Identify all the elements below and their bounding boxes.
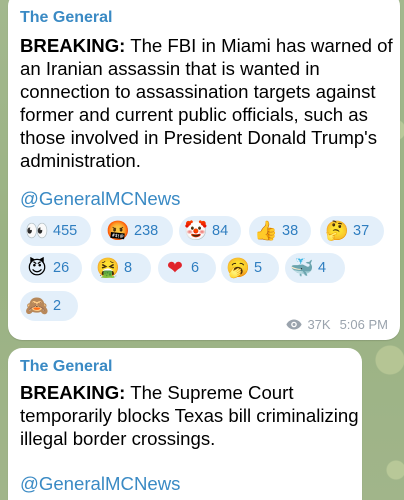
reaction-count: 238 bbox=[134, 223, 159, 239]
yawning-face-icon: 🥱 bbox=[226, 257, 250, 279]
reaction-count: 5 bbox=[254, 260, 263, 276]
eyes-icon: 👀 bbox=[25, 220, 49, 242]
channel-name[interactable]: The General bbox=[20, 9, 112, 27]
view-count: 37K bbox=[307, 317, 331, 332]
message-text: BREAKING: The Supreme Court temporarily … bbox=[20, 381, 360, 450]
smiling-devil-icon: 😈 bbox=[27, 257, 47, 279]
eye-icon bbox=[286, 319, 303, 330]
see-no-evil-monkey-icon: 🙈 bbox=[25, 295, 49, 317]
message-bubble[interactable]: The General BREAKING: The FBI in Miami h… bbox=[8, 0, 400, 340]
clown-face-icon: 🤡 bbox=[184, 220, 208, 242]
reaction-vomiting-face[interactable]: 🤮 8 bbox=[91, 253, 151, 283]
red-heart-icon: ❤ bbox=[167, 257, 183, 279]
reaction-cursing-face[interactable]: 🤬 238 bbox=[101, 216, 173, 246]
reaction-smiling-devil[interactable]: 😈 26 bbox=[20, 253, 82, 283]
reaction-see-no-evil-monkey[interactable]: 🙈 2 bbox=[20, 291, 78, 321]
thumbs-up-icon: 👍 bbox=[254, 220, 278, 242]
message-text: BREAKING: The FBI in Miami has warned of… bbox=[20, 34, 398, 172]
channel-handle-link[interactable]: @GeneralMCNews bbox=[20, 473, 180, 495]
reaction-count: 455 bbox=[53, 223, 78, 239]
reaction-eyes[interactable]: 👀 455 bbox=[20, 216, 91, 246]
message-bubble[interactable]: The General BREAKING: The Supreme Court … bbox=[8, 348, 362, 500]
reaction-count: 38 bbox=[282, 223, 299, 239]
reaction-count: 37 bbox=[353, 223, 370, 239]
reaction-red-heart[interactable]: ❤ 6 bbox=[158, 253, 216, 283]
reaction-yawning-face[interactable]: 🥱 5 bbox=[221, 253, 279, 283]
channel-handle-link[interactable]: @GeneralMCNews bbox=[20, 188, 180, 210]
channel-name[interactable]: The General bbox=[20, 358, 112, 376]
breaking-label: BREAKING: bbox=[20, 382, 126, 403]
reaction-count: 2 bbox=[53, 298, 62, 314]
breaking-label: BREAKING: bbox=[20, 35, 126, 56]
reaction-thinking-face[interactable]: 🤔 37 bbox=[320, 216, 384, 246]
reaction-clown-face[interactable]: 🤡 84 bbox=[179, 216, 241, 246]
whale-icon: 🐳 bbox=[290, 257, 314, 279]
message-meta: 37K 5:06 PM bbox=[286, 317, 388, 332]
reaction-count: 8 bbox=[124, 260, 133, 276]
cursing-face-icon: 🤬 bbox=[106, 220, 130, 242]
thinking-face-icon: 🤔 bbox=[325, 220, 349, 242]
reaction-count: 84 bbox=[212, 223, 229, 239]
reaction-count: 6 bbox=[191, 260, 200, 276]
reaction-count: 26 bbox=[53, 260, 70, 276]
reaction-thumbs-up[interactable]: 👍 38 bbox=[249, 216, 311, 246]
reaction-whale[interactable]: 🐳 4 bbox=[285, 253, 345, 283]
vomiting-face-icon: 🤮 bbox=[96, 257, 120, 279]
reaction-count: 4 bbox=[318, 260, 327, 276]
message-time: 5:06 PM bbox=[339, 317, 388, 332]
